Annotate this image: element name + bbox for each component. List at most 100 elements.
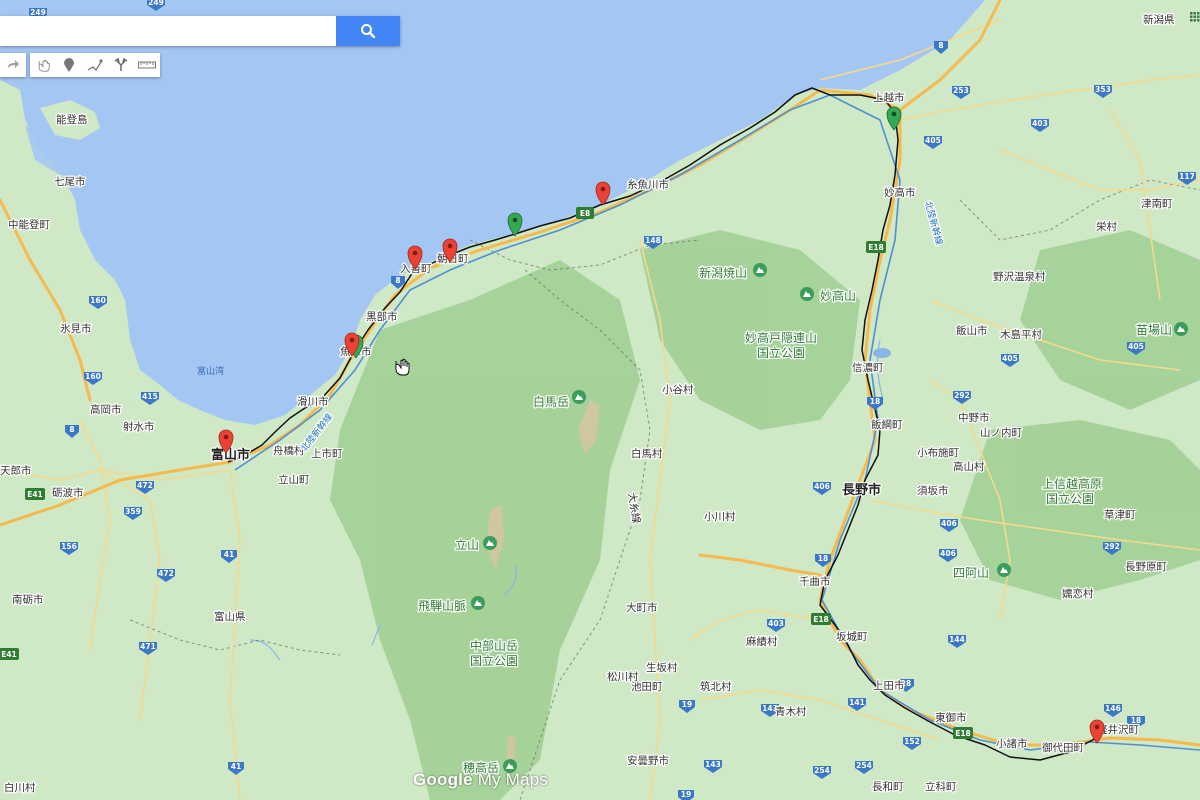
svg-text:18: 18 (818, 554, 828, 563)
svg-text:E18: E18 (813, 615, 829, 624)
label-myoko-park-1: 妙高戸隠連山 (745, 330, 817, 345)
toolbar-group-tools (30, 53, 160, 77)
label-amenishi: 天郎市 (0, 464, 32, 477)
svg-text:415: 415 (142, 392, 158, 401)
label-nakano: 中野市 (958, 411, 990, 424)
apps-grid-icon[interactable] (1190, 12, 1200, 22)
label-suzaka: 須坂市 (917, 484, 949, 497)
svg-text:405: 405 (925, 136, 941, 145)
draw-line-icon (87, 59, 103, 72)
label-nagawa: 長和町 (872, 781, 904, 793)
label-otari: 小谷村 (662, 383, 694, 396)
lake-nojiri (873, 348, 891, 358)
mountain-icon (1174, 322, 1188, 336)
label-nanto: 南砺市 (12, 593, 44, 606)
label-chikuhoku: 筑北村 (700, 680, 732, 693)
svg-text:E8: E8 (580, 209, 590, 218)
svg-text:41: 41 (224, 550, 234, 559)
svg-text:292: 292 (954, 391, 970, 400)
svg-text:253: 253 (953, 86, 969, 95)
svg-text:471: 471 (140, 642, 156, 651)
label-shinano: 信濃町 (852, 361, 884, 374)
label-himi: 氷見市 (60, 322, 92, 335)
label-tateyama: 立山 (455, 537, 479, 552)
svg-text:359: 359 (125, 507, 141, 516)
svg-text:254: 254 (856, 761, 872, 770)
label-hida-sanmyaku: 飛騨山脈 (418, 598, 466, 613)
label-toyama-city: 富山市 (211, 447, 250, 463)
label-obuse: 小布施町 (917, 446, 959, 459)
label-itoigawa: 糸魚川市 (627, 178, 669, 191)
mountain-icon (800, 287, 814, 301)
svg-text:156: 156 (61, 542, 77, 551)
label-miyota: 御代田町 (1042, 741, 1084, 754)
label-myoko-san: 妙高山 (820, 288, 856, 303)
add-marker-button[interactable] (56, 53, 82, 77)
svg-text:E41: E41 (27, 490, 43, 499)
label-aoki: 青木村 (775, 705, 807, 718)
label-omachi: 大町市 (626, 601, 658, 614)
svg-text:148: 148 (645, 236, 661, 245)
label-tateshina: 立科町 (925, 780, 957, 793)
svg-text:406: 406 (940, 549, 956, 558)
measure-button[interactable] (134, 53, 160, 77)
label-chubu-park-2: 国立公園 (470, 653, 518, 668)
map-canvas[interactable]: 8 8 8 148 18 18 18 403 403 406 406 406 2… (0, 0, 1200, 800)
label-myoko-park-2: 国立公園 (757, 345, 805, 360)
label-nagano-city: 長野市 (842, 482, 881, 498)
mountain-icon (471, 596, 485, 610)
label-kurobe: 黒部市 (366, 310, 398, 323)
label-kusatsu: 草津町 (1104, 509, 1136, 521)
svg-text:8: 8 (938, 41, 943, 50)
mountain-icon (753, 263, 767, 277)
label-niigata-yakeyama: 新潟焼山 (699, 265, 747, 280)
label-hakuba: 白馬村 (631, 447, 663, 460)
toolbar-group-history (0, 53, 26, 77)
label-ueda: 上田市 (873, 679, 905, 692)
label-chubu-park-1: 中部山岳 (470, 638, 518, 653)
google-my-maps-logo: Google My Maps (413, 770, 548, 790)
draw-line-button[interactable] (82, 53, 108, 77)
svg-text:403: 403 (768, 619, 784, 628)
svg-text:254: 254 (814, 766, 830, 775)
svg-text:19: 19 (681, 790, 691, 799)
label-tomi: 東御市 (935, 711, 967, 724)
label-naeba: 苗場山 (1136, 323, 1172, 337)
label-kamiichi: 上市町 (311, 447, 343, 460)
label-kijimadaira: 木島平村 (1000, 328, 1042, 341)
ruler-icon (138, 61, 156, 69)
svg-text:41: 41 (231, 762, 241, 771)
svg-text:152: 152 (904, 737, 920, 746)
label-tsumagoi: 嬬恋村 (1062, 587, 1094, 600)
mountain-icon (483, 536, 497, 550)
label-joshinetsu-2: 国立公園 (1046, 491, 1094, 506)
label-myoko-city: 妙高市 (884, 186, 916, 199)
label-namerikawa: 滑川市 (297, 395, 329, 408)
map-toolbar (0, 53, 160, 77)
svg-text:144: 144 (949, 635, 965, 644)
search-button[interactable] (336, 16, 400, 46)
svg-text:160: 160 (85, 372, 101, 381)
label-ogawa: 小川村 (704, 510, 736, 523)
label-takayama-v: 高山村 (953, 460, 985, 473)
label-joetsu: 上越市 (873, 91, 905, 104)
label-omi: 麻績村 (746, 635, 778, 648)
label-naganohara: 長野原町 (1125, 561, 1167, 573)
svg-text:141: 141 (849, 698, 865, 707)
svg-text:8: 8 (69, 425, 74, 434)
svg-text:117: 117 (1179, 172, 1195, 181)
directions-button[interactable] (108, 53, 134, 77)
redo-button[interactable] (0, 53, 26, 77)
search-input[interactable] (0, 16, 336, 46)
label-toyama-bay: 富山湾 (197, 365, 224, 377)
svg-text:292: 292 (1104, 542, 1120, 551)
svg-text:146: 146 (1105, 704, 1121, 713)
label-niigata-ken: 新潟県 (1143, 13, 1175, 26)
pan-button[interactable] (30, 53, 56, 77)
svg-text:472: 472 (137, 481, 153, 490)
directions-icon (114, 58, 128, 71)
label-sakae: 栄村 (1096, 220, 1118, 233)
svg-text:353: 353 (1095, 85, 1111, 94)
label-takaoka: 高岡市 (90, 403, 122, 416)
mountain-icon (997, 563, 1011, 577)
